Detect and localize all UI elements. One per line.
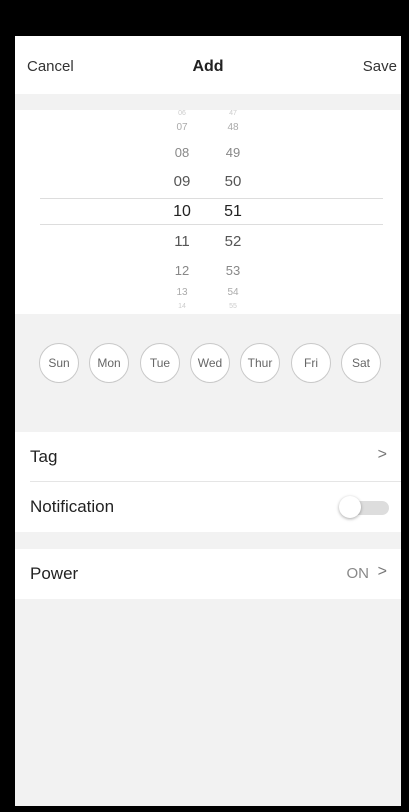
chevron-right-icon: >	[377, 446, 387, 463]
hour-option: 08	[174, 145, 190, 160]
minute-option: 52	[224, 233, 242, 250]
day-mon[interactable]: Mon	[89, 343, 129, 383]
notification-label: Notification	[30, 497, 115, 516]
screen: Cancel Add Save 06 07 08 09 10 11 12 13 …	[15, 36, 401, 806]
power-label: Power	[30, 564, 79, 583]
header-bar: Cancel Add Save	[15, 36, 401, 94]
notification-row: Notification	[15, 482, 401, 532]
selection-line-top	[40, 198, 383, 199]
time-picker[interactable]: 06 07 08 09 10 11 12 13 14 47 48 49 50 5…	[15, 110, 401, 314]
tag-label: Tag	[30, 447, 58, 466]
notification-toggle[interactable]	[339, 496, 391, 518]
tag-row[interactable]: Tag >	[15, 432, 401, 482]
hour-selected: 10	[173, 203, 191, 220]
hour-option: 11	[174, 233, 190, 250]
day-tue[interactable]: Tue	[140, 343, 180, 383]
page-title: Add	[192, 58, 224, 75]
hour-option: 09	[173, 173, 191, 190]
minute-option: 48	[227, 122, 239, 133]
repeat-days: Sun Mon Tue Wed Thur Fri Sat	[15, 343, 401, 407]
day-sun[interactable]: Sun	[39, 343, 79, 383]
power-row[interactable]: Power ON >	[15, 549, 401, 599]
hour-option: 06	[178, 110, 186, 117]
day-sat[interactable]: Sat	[341, 343, 381, 383]
minute-option: 55	[229, 303, 237, 310]
day-thur[interactable]: Thur	[240, 343, 280, 383]
hour-option: 12	[174, 263, 190, 278]
selection-line-bottom	[40, 224, 383, 225]
minute-selected: 51	[224, 203, 242, 220]
minute-option: 50	[224, 173, 242, 190]
minute-option: 54	[227, 287, 239, 298]
hour-option: 07	[176, 122, 188, 133]
chevron-right-icon: >	[377, 563, 387, 580]
hour-option: 14	[178, 303, 186, 310]
save-button[interactable]: Save	[363, 58, 397, 75]
hour-option: 13	[176, 287, 188, 298]
minute-option: 47	[229, 110, 237, 117]
toggle-knob	[339, 496, 361, 518]
minute-option: 53	[225, 263, 241, 278]
power-value: ON	[346, 565, 370, 582]
day-fri[interactable]: Fri	[291, 343, 331, 383]
day-wed[interactable]: Wed	[190, 343, 230, 383]
minute-option: 49	[225, 145, 241, 160]
